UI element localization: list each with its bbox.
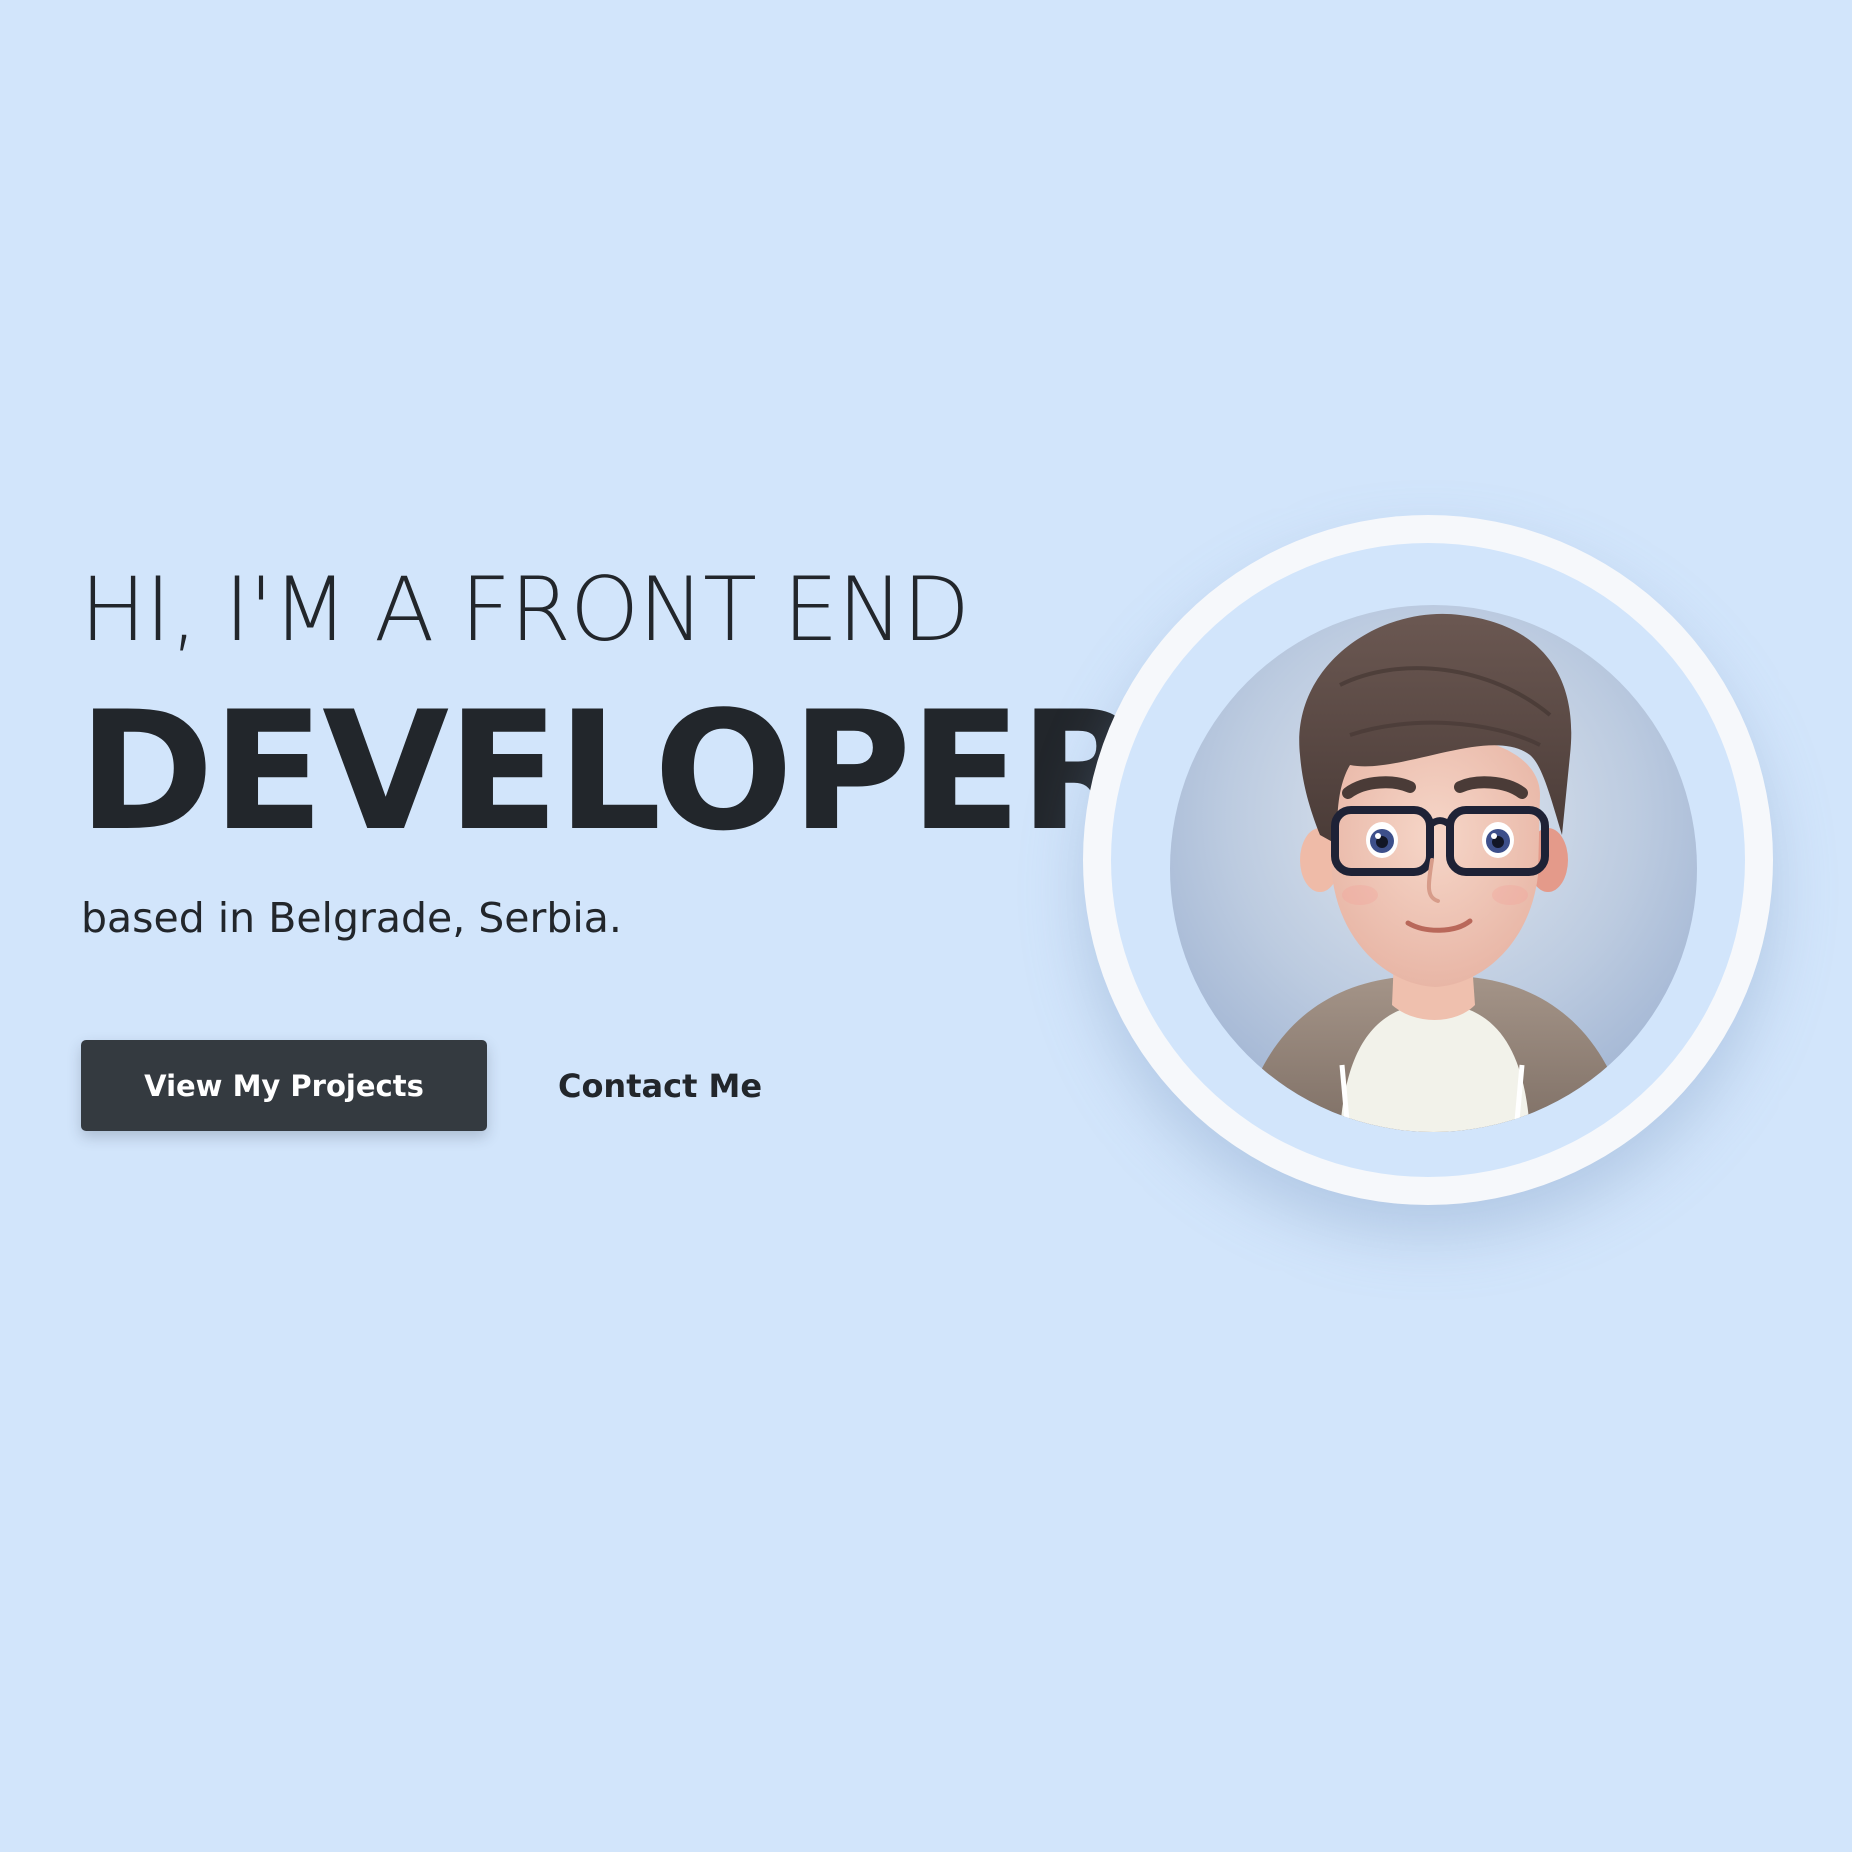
- view-projects-button[interactable]: View My Projects: [81, 1040, 487, 1131]
- page-title: DEVELOPER: [78, 676, 1146, 867]
- intro-text: HI, I'M A FRONT END: [80, 558, 970, 661]
- avatar-illustration-icon: [1170, 605, 1697, 1132]
- location-text: based in Belgrade, Serbia.: [81, 894, 622, 942]
- avatar: [1170, 605, 1697, 1132]
- view-projects-label: View My Projects: [144, 1068, 424, 1103]
- contact-me-label: Contact Me: [557, 1066, 763, 1105]
- contact-me-button[interactable]: Contact Me: [540, 1040, 780, 1131]
- hero-section: HI, I'M A FRONT END DEVELOPER based in B…: [0, 0, 1852, 1852]
